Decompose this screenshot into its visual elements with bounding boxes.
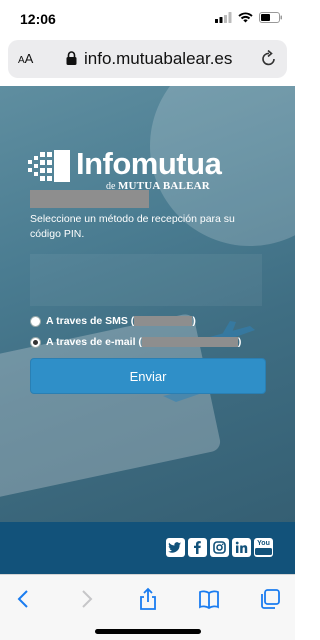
reload-icon[interactable]	[261, 50, 277, 67]
lock-icon	[66, 51, 77, 65]
browser-toolbar	[0, 574, 295, 640]
tabs-icon[interactable]	[258, 587, 282, 611]
wifi-icon	[238, 12, 253, 23]
instagram-icon[interactable]	[210, 538, 229, 557]
address-bar[interactable]: AA info.mutuabalear.es	[8, 40, 287, 78]
status-bar: 12:06	[0, 0, 295, 36]
logo-title: Infomutua	[76, 146, 222, 181]
home-indicator	[95, 629, 201, 634]
infomutua-logo: Infomutua de MUTUA BALEAR	[28, 146, 228, 196]
login-panel: Infomutua de MUTUA BALEAR Seleccione un …	[0, 86, 295, 522]
battery-icon	[259, 12, 282, 23]
footer: You	[0, 522, 295, 574]
logo-mark-icon	[28, 150, 70, 182]
signal-icon	[215, 12, 232, 23]
instructions-text: Seleccione un método de recepción para s…	[30, 213, 235, 240]
social-links: You	[166, 538, 273, 557]
share-icon[interactable]	[136, 587, 160, 611]
message-area	[30, 254, 262, 306]
url-text[interactable]: info.mutuabalear.es	[84, 49, 232, 69]
youtube-icon[interactable]: You	[254, 538, 273, 557]
redacted-user-name	[30, 190, 149, 208]
text-size-button[interactable]: AA	[18, 51, 33, 66]
option-email[interactable]: A traves de e-mail ( )	[30, 335, 241, 349]
facebook-icon[interactable]	[188, 538, 207, 557]
bookmarks-icon[interactable]	[197, 587, 221, 611]
redacted-email-address	[141, 337, 238, 347]
status-icons	[215, 12, 283, 23]
sms-label: A traves de SMS (	[46, 315, 135, 327]
option-sms[interactable]: A traves de SMS ( )	[30, 314, 196, 328]
twitter-icon[interactable]	[166, 538, 185, 557]
send-button[interactable]: Enviar	[30, 358, 266, 394]
status-time: 12:06	[20, 11, 56, 27]
back-icon[interactable]	[12, 587, 36, 611]
redacted-phone-number	[134, 316, 193, 326]
linkedin-icon[interactable]	[232, 538, 251, 557]
sms-radio[interactable]	[30, 315, 41, 327]
email-label: A traves de e-mail (	[46, 336, 142, 348]
email-radio[interactable]	[30, 336, 41, 348]
forward-icon[interactable]	[74, 587, 98, 611]
